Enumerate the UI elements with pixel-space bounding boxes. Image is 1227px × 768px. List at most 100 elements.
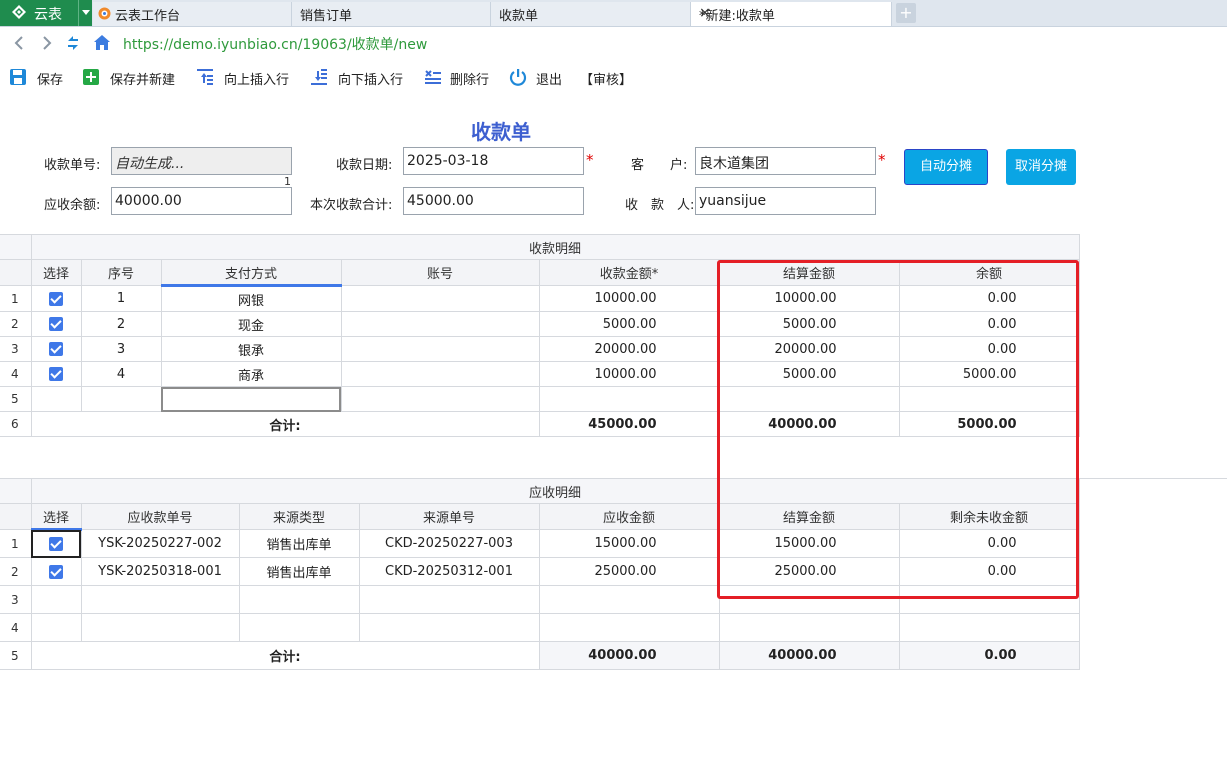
account-cell[interactable] (340, 386, 540, 412)
tab-new-receipt[interactable]: *新建:收款单 × (691, 2, 892, 26)
checkbox-checked[interactable] (49, 317, 63, 331)
select-cell[interactable] (30, 557, 82, 586)
payee-field[interactable]: yuansijue (695, 187, 876, 215)
source-type-cell[interactable]: 销售出库单 (238, 529, 360, 558)
remain-cell[interactable]: 0.00 (898, 529, 1080, 558)
table-row[interactable]: 4 4 商承 10000.00 5000.00 5000.00 (0, 361, 1080, 387)
tab-sales-order[interactable]: 销售订单 (292, 2, 491, 26)
column-header[interactable]: 结算金额 (718, 503, 900, 530)
back-icon[interactable] (12, 35, 26, 51)
save-button[interactable]: 保存 (9, 67, 69, 88)
seq-cell[interactable]: 4 (80, 361, 162, 387)
column-header[interactable]: 剩余未收金额 (898, 503, 1080, 530)
column-header[interactable]: 收款金额* (538, 259, 720, 286)
column-header[interactable]: 来源类型 (238, 503, 360, 530)
total-field[interactable]: 45000.00 (403, 187, 584, 215)
amount-cell[interactable]: 15000.00 (538, 529, 720, 558)
delete-row-button[interactable]: 删除行 (424, 67, 494, 88)
receivable-no-cell[interactable] (80, 585, 240, 614)
checkbox-checked[interactable] (49, 537, 63, 551)
source-type-cell[interactable] (238, 585, 360, 614)
tab-receipt[interactable]: 收款单 (491, 2, 691, 26)
table-row[interactable]: 2 YSK-20250318-001 销售出库单 CKD-20250312-00… (0, 557, 1080, 586)
settle-cell[interactable]: 10000.00 (718, 285, 900, 312)
seq-cell[interactable]: 3 (80, 336, 162, 362)
select-cell[interactable] (30, 613, 82, 642)
save-new-button[interactable]: 保存并新建 (82, 67, 182, 88)
source-no-cell[interactable]: CKD-20250312-001 (358, 557, 540, 586)
table-row-empty[interactable]: 5 (0, 386, 1080, 412)
select-cell[interactable] (30, 361, 82, 387)
select-cell[interactable] (30, 585, 82, 614)
settle-cell[interactable]: 15000.00 (718, 529, 900, 558)
select-cell[interactable] (30, 285, 82, 312)
column-header[interactable]: 选择 (30, 503, 82, 531)
column-header[interactable]: 选择 (30, 259, 82, 286)
audit-button[interactable]: 【审核】 (580, 67, 640, 88)
source-no-cell[interactable] (358, 613, 540, 642)
amount-cell[interactable]: 5000.00 (538, 311, 720, 337)
refresh-icon[interactable] (65, 34, 81, 52)
table-row[interactable]: 1 YSK-20250227-002 销售出库单 CKD-20250227-00… (0, 529, 1080, 558)
receivable-no-cell[interactable]: YSK-20250318-001 (80, 557, 240, 586)
table-row-empty[interactable]: 4 (0, 613, 1080, 642)
source-no-cell[interactable] (358, 585, 540, 614)
amount-cell[interactable] (538, 585, 720, 614)
table-row[interactable]: 1 1 网银 10000.00 10000.00 0.00 (0, 285, 1080, 312)
date-field[interactable]: 2025-03-18 (403, 147, 584, 175)
balance-cell[interactable]: 0.00 (898, 285, 1080, 312)
table-row[interactable]: 2 2 现金 5000.00 5000.00 0.00 (0, 311, 1080, 337)
close-icon[interactable]: × (699, 5, 883, 21)
column-header[interactable]: 结算金额 (718, 259, 900, 286)
tab-workbench[interactable]: 云表工作台 (93, 2, 292, 26)
column-header[interactable]: 应收款单号 (80, 503, 240, 530)
table-row-empty[interactable]: 3 (0, 585, 1080, 614)
account-cell[interactable] (340, 336, 540, 362)
new-tab-button[interactable]: + (896, 3, 916, 23)
insert-above-button[interactable]: 向上插入行 (196, 67, 296, 88)
account-cell[interactable] (340, 311, 540, 337)
cancel-allocate-button[interactable]: 取消分摊 (1006, 149, 1076, 185)
app-logo-tab[interactable]: 云表 (0, 0, 92, 26)
receivable-no-cell[interactable]: YSK-20250227-002 (80, 529, 240, 558)
balance-cell[interactable]: 0.00 (898, 336, 1080, 362)
exit-button[interactable]: 退出 (509, 67, 569, 88)
checkbox-checked[interactable] (49, 564, 63, 579)
order-no-field[interactable]: 自动生成... (111, 147, 292, 175)
settle-cell[interactable]: 5000.00 (718, 311, 900, 337)
column-header[interactable]: 余额 (898, 259, 1080, 286)
customer-field[interactable]: 良木道集团 (695, 147, 876, 175)
remain-cell[interactable] (898, 613, 1080, 642)
settle-cell[interactable]: 20000.00 (718, 336, 900, 362)
amount-cell[interactable]: 10000.00 (538, 285, 720, 312)
forward-icon[interactable] (40, 35, 54, 51)
settle-cell[interactable] (718, 386, 900, 412)
receivable-field[interactable]: 40000.00 (111, 187, 292, 215)
checkbox-checked[interactable] (49, 291, 63, 306)
amount-cell[interactable] (538, 613, 720, 642)
account-cell[interactable] (340, 361, 540, 387)
amount-cell[interactable] (538, 386, 720, 412)
settle-cell[interactable]: 25000.00 (718, 557, 900, 586)
select-cell[interactable] (30, 311, 82, 337)
seq-cell[interactable]: 2 (80, 311, 162, 337)
column-header[interactable]: 序号 (80, 259, 162, 286)
home-icon[interactable] (93, 34, 111, 51)
method-cell[interactable]: 商承 (160, 361, 342, 387)
amount-cell[interactable]: 25000.00 (538, 557, 720, 586)
url-text[interactable]: https://demo.iyunbiao.cn/19063/收款单/new (123, 34, 427, 54)
logo-dropdown-icon[interactable] (78, 0, 93, 26)
auto-allocate-button[interactable]: 自动分摊 (904, 149, 988, 185)
method-cell[interactable]: 银承 (160, 336, 342, 362)
column-header[interactable]: 支付方式 (160, 259, 342, 287)
table-row[interactable]: 3 3 银承 20000.00 20000.00 0.00 (0, 336, 1080, 362)
balance-cell[interactable]: 5000.00 (898, 361, 1080, 387)
balance-cell[interactable]: 0.00 (898, 311, 1080, 337)
checkbox-checked[interactable] (49, 367, 63, 381)
amount-cell[interactable]: 20000.00 (538, 336, 720, 362)
source-no-cell[interactable]: CKD-20250227-003 (358, 529, 540, 558)
seq-cell[interactable] (80, 386, 162, 412)
column-header[interactable]: 账号 (340, 259, 540, 286)
source-type-cell[interactable]: 销售出库单 (238, 557, 360, 586)
select-cell[interactable] (30, 529, 82, 558)
